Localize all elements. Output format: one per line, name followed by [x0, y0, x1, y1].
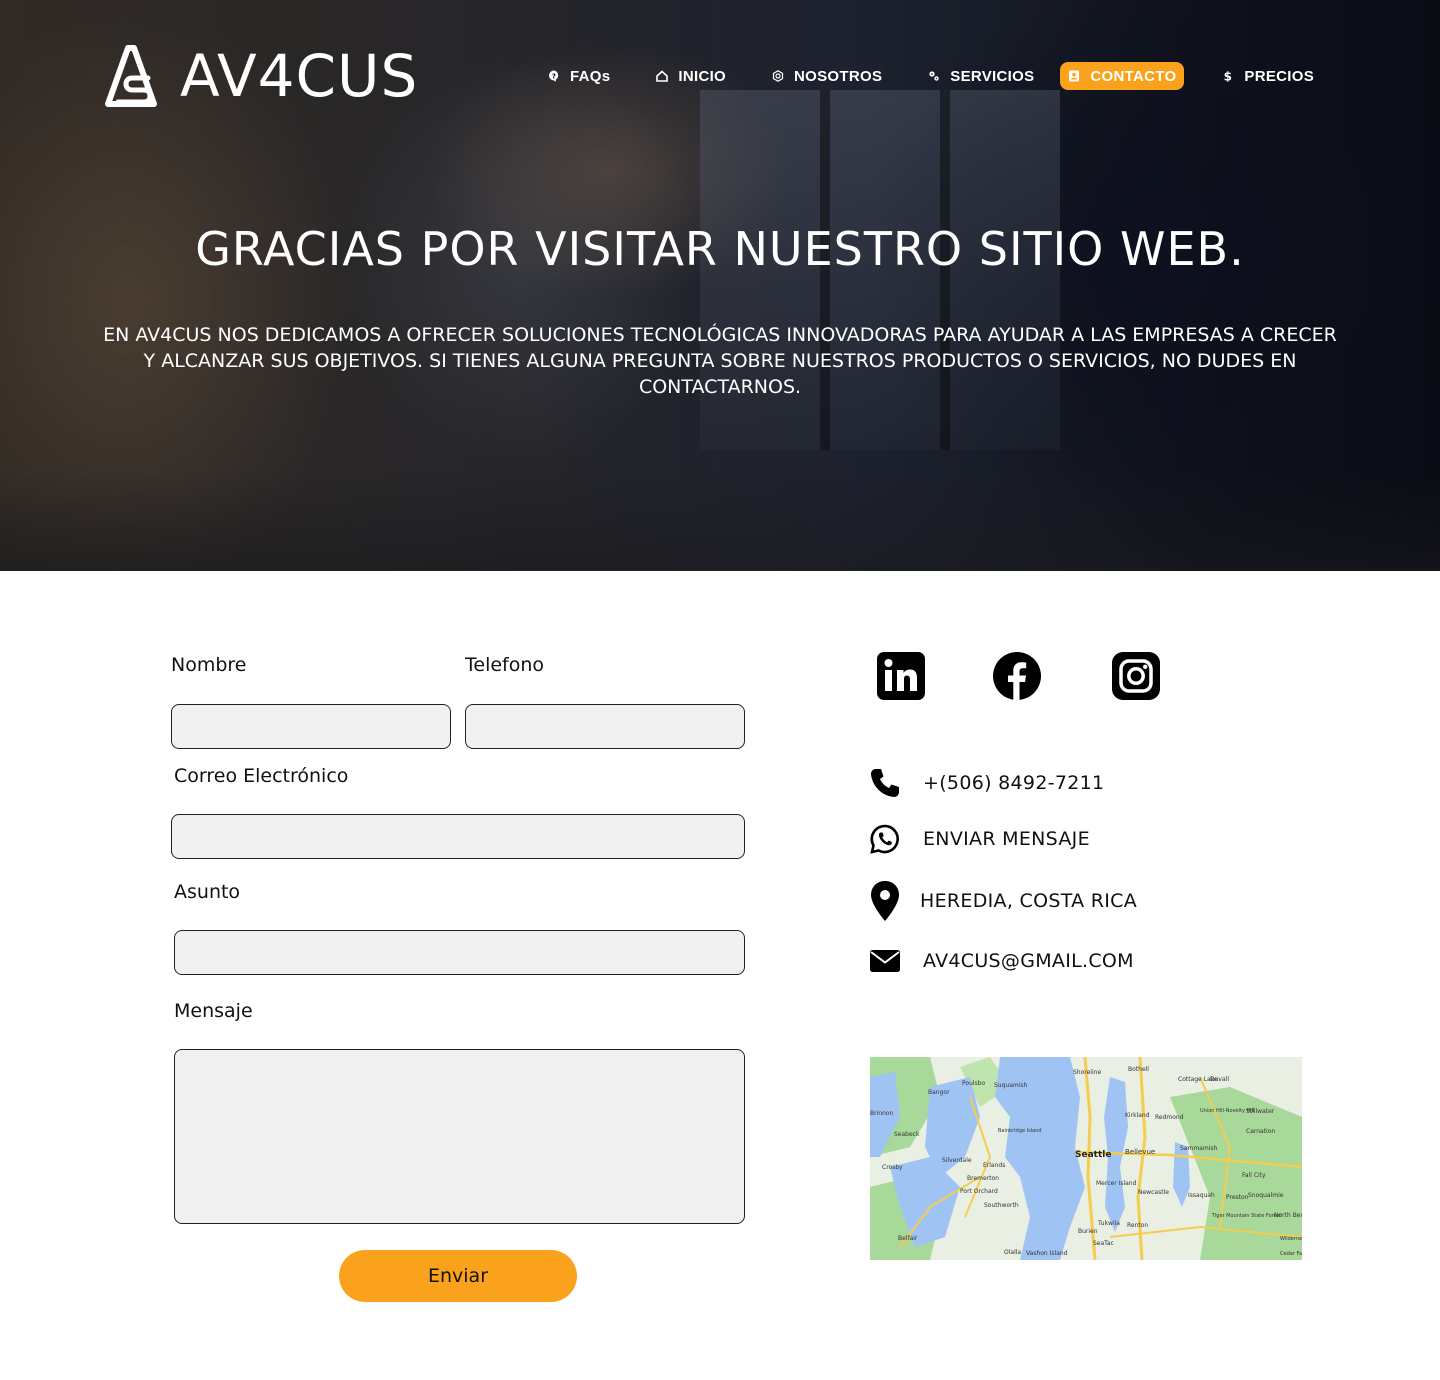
- whatsapp-icon: [868, 821, 902, 857]
- svg-text:Union Hill-Novelty Hill: Union Hill-Novelty Hill: [1200, 1108, 1254, 1114]
- svg-text:Crosby: Crosby: [882, 1164, 903, 1171]
- svg-text:Fall City: Fall City: [1242, 1172, 1266, 1179]
- svg-text:Olalla: Olalla: [1004, 1249, 1021, 1256]
- nav-item-contacto[interactable]: CONTACTO: [1060, 62, 1185, 90]
- svg-text:Cedar Fa: Cedar Fa: [1280, 1251, 1302, 1257]
- nav-label: INICIO: [678, 67, 727, 85]
- nav-item-servicios[interactable]: SERVICIOS: [920, 62, 1042, 90]
- phone-icon: [868, 765, 902, 801]
- svg-text:Redmond: Redmond: [1155, 1114, 1184, 1121]
- svg-text:Vashon Island: Vashon Island: [1026, 1250, 1068, 1257]
- svg-text:Snoqualmie: Snoqualmie: [1248, 1192, 1284, 1199]
- svg-text:Port Orchard: Port Orchard: [960, 1188, 998, 1195]
- telefono-input[interactable]: [465, 704, 745, 749]
- hero-title: GRACIAS POR VISITAR NUESTRO SITIO WEB.: [195, 222, 1245, 276]
- nav-item-nosotros[interactable]: NOSOTROS: [764, 62, 890, 90]
- logo[interactable]: AV4CUS: [104, 44, 418, 108]
- svg-text:Mercer Island: Mercer Island: [1096, 1180, 1137, 1187]
- whatsapp-text: ENVIAR MENSAJE: [923, 828, 1090, 850]
- facebook-icon[interactable]: [992, 651, 1042, 701]
- svg-text:SeaTac: SeaTac: [1093, 1240, 1114, 1247]
- nav-label: FAQs: [570, 67, 611, 85]
- logo-text: AV4CUS: [180, 42, 419, 110]
- svg-text:Renton: Renton: [1127, 1222, 1148, 1229]
- nombre-input[interactable]: [171, 704, 451, 749]
- main-nav: ? FAQs INICIO NOSOTROS SERVICIOS CONTACT…: [540, 62, 1322, 90]
- svg-text:Issaquah: Issaquah: [1188, 1192, 1215, 1199]
- svg-text:Burien: Burien: [1078, 1228, 1098, 1235]
- nav-label: SERVICIOS: [950, 67, 1035, 85]
- email-row[interactable]: AV4CUS@GMAIL.COM: [868, 943, 1134, 979]
- svg-text:Cottage Lake: Cottage Lake: [1178, 1076, 1218, 1083]
- location-row[interactable]: HEREDIA, COSTA RICA: [868, 880, 1137, 922]
- instagram-icon[interactable]: [1111, 651, 1161, 701]
- nav-item-precios[interactable]: $ PRECIOS: [1214, 62, 1322, 90]
- contact-card-icon: [1069, 70, 1080, 82]
- svg-text:Bremerton: Bremerton: [967, 1175, 999, 1182]
- nav-item-faqs[interactable]: ? FAQs: [540, 62, 618, 90]
- gears-icon: [929, 71, 939, 81]
- hero-banner: AV4CUS ? FAQs INICIO NOSOTROS SERVICIOS …: [0, 0, 1440, 571]
- svg-text:Belfair: Belfair: [898, 1235, 918, 1242]
- whatsapp-row[interactable]: ENVIAR MENSAJE: [868, 821, 1090, 857]
- svg-text:Seattle: Seattle: [1075, 1150, 1111, 1160]
- linkedin-icon[interactable]: [876, 651, 926, 701]
- svg-text:Silverdale: Silverdale: [942, 1157, 972, 1164]
- svg-text:Newcastle: Newcastle: [1138, 1189, 1169, 1196]
- svg-text:Erlands: Erlands: [983, 1162, 1005, 1169]
- map-graphic: Seattle Bellevue Kirkland Redmond Shorel…: [870, 1057, 1302, 1260]
- asunto-input[interactable]: [174, 930, 745, 975]
- svg-text:Seabeck: Seabeck: [894, 1131, 920, 1138]
- nav-label: NOSOTROS: [794, 67, 883, 85]
- svg-text:?: ?: [552, 73, 556, 81]
- phone-row[interactable]: +(506) 8492-7211: [868, 765, 1104, 801]
- svg-text:Kirkland: Kirkland: [1125, 1112, 1150, 1119]
- mensaje-textarea[interactable]: [174, 1049, 745, 1224]
- svg-text:Wilderness: Wilderness: [1280, 1236, 1302, 1242]
- nav-item-inicio[interactable]: INICIO: [648, 62, 734, 90]
- email-text: AV4CUS@GMAIL.COM: [923, 950, 1134, 972]
- svg-text:Brinnon: Brinnon: [870, 1110, 894, 1117]
- svg-text:Sammamish: Sammamish: [1180, 1145, 1217, 1152]
- svg-text:Southworth: Southworth: [984, 1202, 1019, 1209]
- nav-label: PRECIOS: [1244, 67, 1315, 85]
- svg-text:Shoreline: Shoreline: [1073, 1069, 1101, 1076]
- svg-text:Carnation: Carnation: [1246, 1128, 1275, 1135]
- enviar-button[interactable]: Enviar: [339, 1250, 577, 1302]
- svg-text:Bothell: Bothell: [1128, 1066, 1149, 1073]
- svg-text:North Bend: North Bend: [1274, 1212, 1302, 1219]
- svg-text:Bangor: Bangor: [928, 1089, 950, 1096]
- hero-text: EN AV4CUS NOS DEDICAMOS A OFRECER SOLUCI…: [103, 324, 1337, 398]
- nombre-label: Nombre: [171, 654, 247, 676]
- location-text: HEREDIA, COSTA RICA: [920, 890, 1138, 912]
- question-bubble-icon: ?: [549, 70, 559, 82]
- svg-text:Suquamish: Suquamish: [994, 1082, 1028, 1089]
- dollar-icon: $: [1224, 70, 1233, 82]
- location-map[interactable]: Seattle Bellevue Kirkland Redmond Shorel…: [870, 1057, 1302, 1260]
- location-pin-icon: [868, 880, 902, 922]
- svg-text:$: $: [1224, 70, 1233, 82]
- correo-label: Correo Electrónico: [174, 765, 349, 787]
- envelope-icon: [868, 943, 902, 979]
- nav-label: CONTACTO: [1090, 67, 1177, 85]
- asunto-label: Asunto: [174, 881, 241, 903]
- svg-text:Tiger Mountain State Forest: Tiger Mountain State Forest: [1211, 1213, 1281, 1219]
- home-icon: [656, 70, 669, 82]
- logo-mark-icon: [105, 45, 157, 107]
- svg-text:Bellevue: Bellevue: [1125, 1148, 1155, 1156]
- correo-input[interactable]: [171, 814, 745, 859]
- svg-text:Preston: Preston: [1226, 1194, 1249, 1201]
- svg-text:Poulsbo: Poulsbo: [962, 1080, 985, 1087]
- phone-text: +(506) 8492-7211: [923, 772, 1105, 794]
- hexagon-gear-icon: [772, 70, 784, 82]
- svg-text:Tukwila: Tukwila: [1097, 1220, 1120, 1227]
- telefono-label: Telefono: [465, 654, 545, 676]
- mensaje-label: Mensaje: [174, 1000, 253, 1022]
- svg-text:Bainbridge Island: Bainbridge Island: [998, 1128, 1042, 1134]
